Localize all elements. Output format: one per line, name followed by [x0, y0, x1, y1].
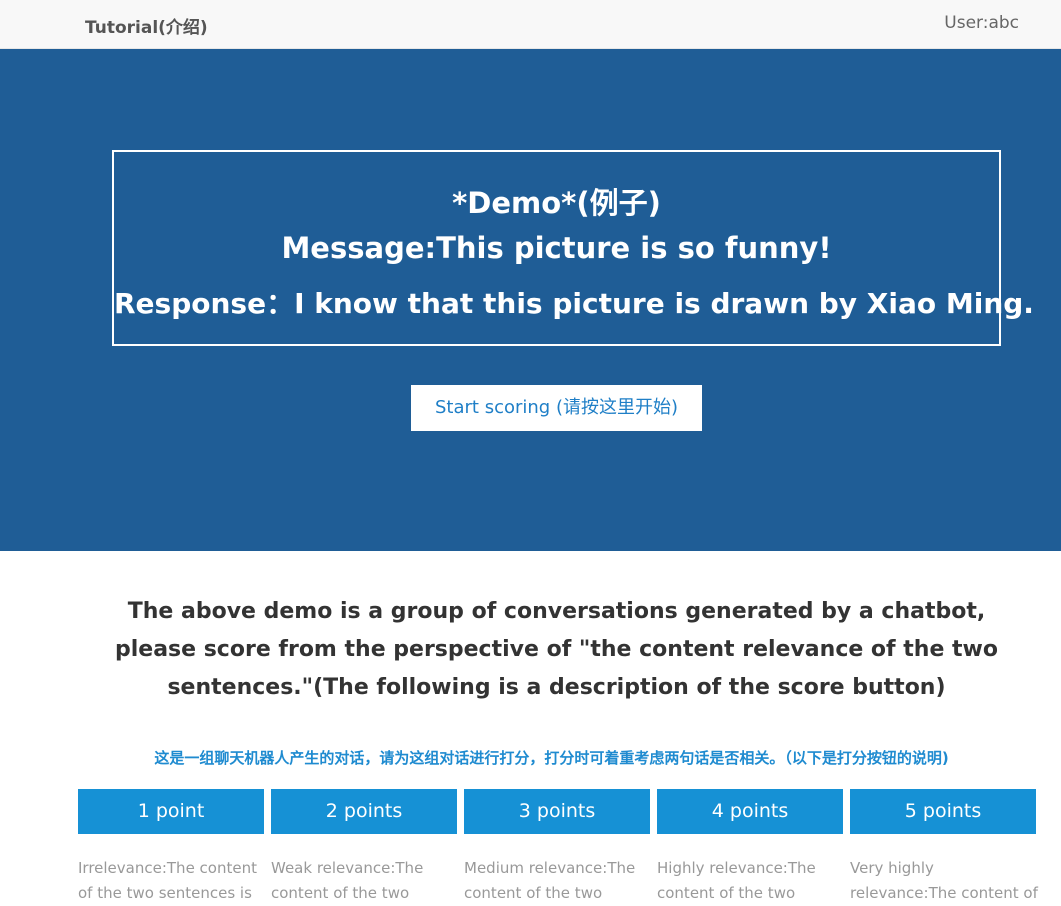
navbar-user-link[interactable]: User:abc — [944, 13, 1019, 33]
navbar-brand-link[interactable]: Tutorial(介绍) — [85, 13, 208, 38]
description-english: The above demo is a group of conversatio… — [114, 599, 998, 700]
score-2-button[interactable]: 2 points — [271, 789, 457, 834]
start-scoring-button[interactable]: Start scoring (请按这里开始) — [411, 385, 702, 431]
score-3-button[interactable]: 3 points — [464, 789, 650, 834]
score-4-button[interactable]: 4 points — [657, 789, 843, 834]
demo-message: Message:This picture is so funny! — [281, 231, 832, 265]
score-1-button[interactable]: 1 point — [78, 789, 264, 834]
hero-section: *Demo*(例子) Message:This picture is so fu… — [0, 49, 1061, 551]
score-5-button[interactable]: 5 points — [850, 789, 1036, 834]
score-5-description: Very highly relevance:The content of the… — [850, 859, 1038, 902]
navbar: Tutorial(介绍) User:abc — [0, 0, 1061, 49]
demo-title: *Demo*(例子) — [452, 186, 661, 220]
demo-response: Response：I know that this picture is dra… — [114, 287, 1034, 320]
description-chinese: 这是一组聊天机器人产生的对话，请为这组对话进行打分，打分时可着重考虑两句话是否相… — [154, 749, 949, 767]
score-4-description: Highly relevance:The content of the two — [657, 859, 816, 902]
demo-box: *Demo*(例子) Message:This picture is so fu… — [112, 150, 1034, 346]
score-2-description: Weak relevance:The content of the two — [271, 859, 424, 902]
score-1-description: Irrelevance:The content of the two sente… — [78, 859, 257, 902]
score-3-description: Medium relevance:The content of the two — [464, 859, 636, 902]
